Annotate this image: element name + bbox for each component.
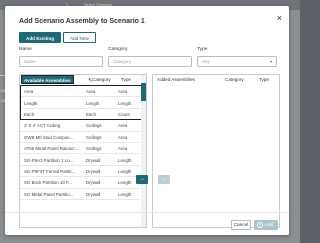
highlight-box <box>20 85 142 120</box>
scroll-thumb[interactable] <box>141 83 146 101</box>
assembly-name: 2' X 4' ACT Ceiling <box>24 123 61 129</box>
available-list-scrollbar[interactable] <box>141 75 146 227</box>
added-assemblies-panel: Added Assemblies Category Type <box>152 74 280 228</box>
assembly-category: Drywall <box>86 169 101 175</box>
added-category-column-header[interactable]: Category <box>225 77 244 82</box>
assembly-type: Length <box>118 191 132 197</box>
assembly-name: SG Brick Partition 10 F... <box>24 180 72 186</box>
add-assembly-dialog: Add Scenario Assembly to Scenario 1 × Ad… <box>5 6 289 235</box>
assembly-name: SG-P6F4T Furred Partiti... <box>24 169 76 175</box>
name-filter-label: Name <box>19 47 32 52</box>
available-category-column-header[interactable]: Category <box>92 77 111 82</box>
assembly-type: Area <box>118 146 128 152</box>
list-item[interactable]: SG-P5A3 Partition 1 Lo... Drywall Length <box>20 154 140 166</box>
assembly-category: Ceilings <box>86 134 102 140</box>
added-assemblies-column-header[interactable]: Added Assemblies <box>157 77 195 82</box>
footer-divider <box>5 212 289 213</box>
tab-add-new[interactable]: Add New <box>63 32 96 43</box>
plus-circle-icon: + <box>257 221 263 228</box>
assembly-type: Length <box>118 157 132 163</box>
available-assemblies-column-header[interactable]: Available Assemblies <box>21 75 74 84</box>
assembly-category: Ceilings <box>86 123 102 129</box>
tab-add-existing[interactable]: Add Existing <box>19 32 62 43</box>
assembly-name: SG-P5A3 Partition 1 Lo... <box>24 157 74 163</box>
chevron-down-icon: ▾ <box>269 59 272 64</box>
assembly-category: Drywall <box>86 157 101 163</box>
cancel-button[interactable]: Cancel <box>231 220 251 230</box>
assembly-name: AT66 Metal Panel Rainscr... <box>24 146 79 152</box>
list-item[interactable]: GWB Mtl Stud Compou... Ceilings Area <box>20 132 140 143</box>
available-assemblies-header: Available Assemblies ↖ Category Type <box>20 75 146 85</box>
assembly-type: Area <box>118 134 128 140</box>
dialog-tabs: Add Existing Add New <box>19 32 96 43</box>
assembly-category: Drywall <box>86 191 101 197</box>
type-filter-value: Any <box>202 59 210 64</box>
name-filter-input[interactable]: Name <box>19 56 103 67</box>
assembly-name: SG Metal Panel Partitio... <box>24 191 74 197</box>
assembly-type: Length <box>118 169 132 175</box>
available-type-column-header[interactable]: Type <box>121 77 131 82</box>
list-item[interactable]: SG-P6F4T Furred Partiti... Drywall Length <box>20 166 140 178</box>
add-button-label: Add <box>265 222 274 227</box>
assembly-category: Drywall <box>86 180 101 186</box>
added-assemblies-header: Added Assemblies Category Type <box>153 75 279 85</box>
move-to-available-button[interactable]: ← <box>158 175 170 184</box>
assembly-category: Ceilings <box>86 146 102 152</box>
added-type-column-header[interactable]: Type <box>259 77 269 82</box>
close-icon[interactable]: × <box>277 14 282 23</box>
list-item[interactable]: 2' X 4' ACT Ceiling Ceilings Area <box>20 120 140 132</box>
type-filter-label: Type <box>197 47 208 52</box>
list-item[interactable]: AT66 Metal Panel Rainscr... Ceilings Area <box>20 143 140 155</box>
assembly-name: GWB Mtl Stud Compou... <box>24 134 74 140</box>
move-to-added-button[interactable]: → <box>136 175 148 184</box>
category-filter-input[interactable]: Category <box>108 56 192 67</box>
type-filter-select[interactable]: Any ▾ <box>197 56 277 67</box>
list-item[interactable]: SG Brick Partition 10 F... Drywall Length <box>20 177 140 189</box>
available-assemblies-panel: Available Assemblies ↖ Category Type Are… <box>19 74 147 228</box>
assembly-type: Area <box>118 123 128 129</box>
list-item[interactable]: SG Metal Panel Partitio... Drywall Length <box>20 189 140 200</box>
add-button[interactable]: + Add <box>254 220 278 230</box>
category-filter-label: Category <box>108 47 128 52</box>
dialog-title: Add Scenario Assembly to Scenario 1 <box>19 18 145 25</box>
